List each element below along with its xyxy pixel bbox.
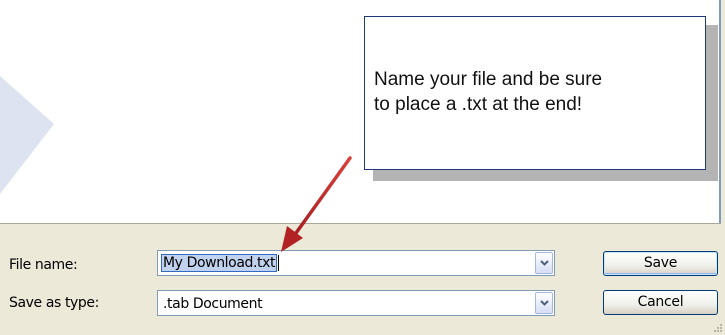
save-as-type-select[interactable]: .tab Document bbox=[157, 290, 555, 316]
callout-text: Name your file and be sure to place a .t… bbox=[374, 69, 603, 115]
decorative-triangle bbox=[0, 76, 54, 194]
save-button[interactable]: Save bbox=[603, 251, 718, 276]
divider bbox=[0, 223, 721, 224]
chevron-down-icon bbox=[539, 300, 549, 306]
chevron-down-icon bbox=[539, 260, 549, 266]
save-as-type-dropdown-button[interactable] bbox=[535, 292, 553, 314]
file-name-value: My Download.txt bbox=[161, 254, 278, 272]
scrollbar-edge bbox=[719, 0, 721, 224]
resize-grip-icon[interactable] bbox=[713, 323, 723, 333]
instruction-callout: Name your file and be sure to place a .t… bbox=[364, 16, 706, 170]
text-caret bbox=[278, 255, 280, 271]
save-as-type-label: Save as type: bbox=[9, 295, 99, 311]
file-name-dropdown-button[interactable] bbox=[535, 252, 553, 274]
save-as-type-value: .tab Document bbox=[163, 296, 263, 312]
cancel-button[interactable]: Cancel bbox=[603, 290, 718, 315]
file-name-field[interactable]: My Download.txt bbox=[157, 250, 555, 276]
file-name-label: File name: bbox=[9, 257, 78, 273]
file-name-value-wrap: My Download.txt bbox=[161, 254, 280, 272]
